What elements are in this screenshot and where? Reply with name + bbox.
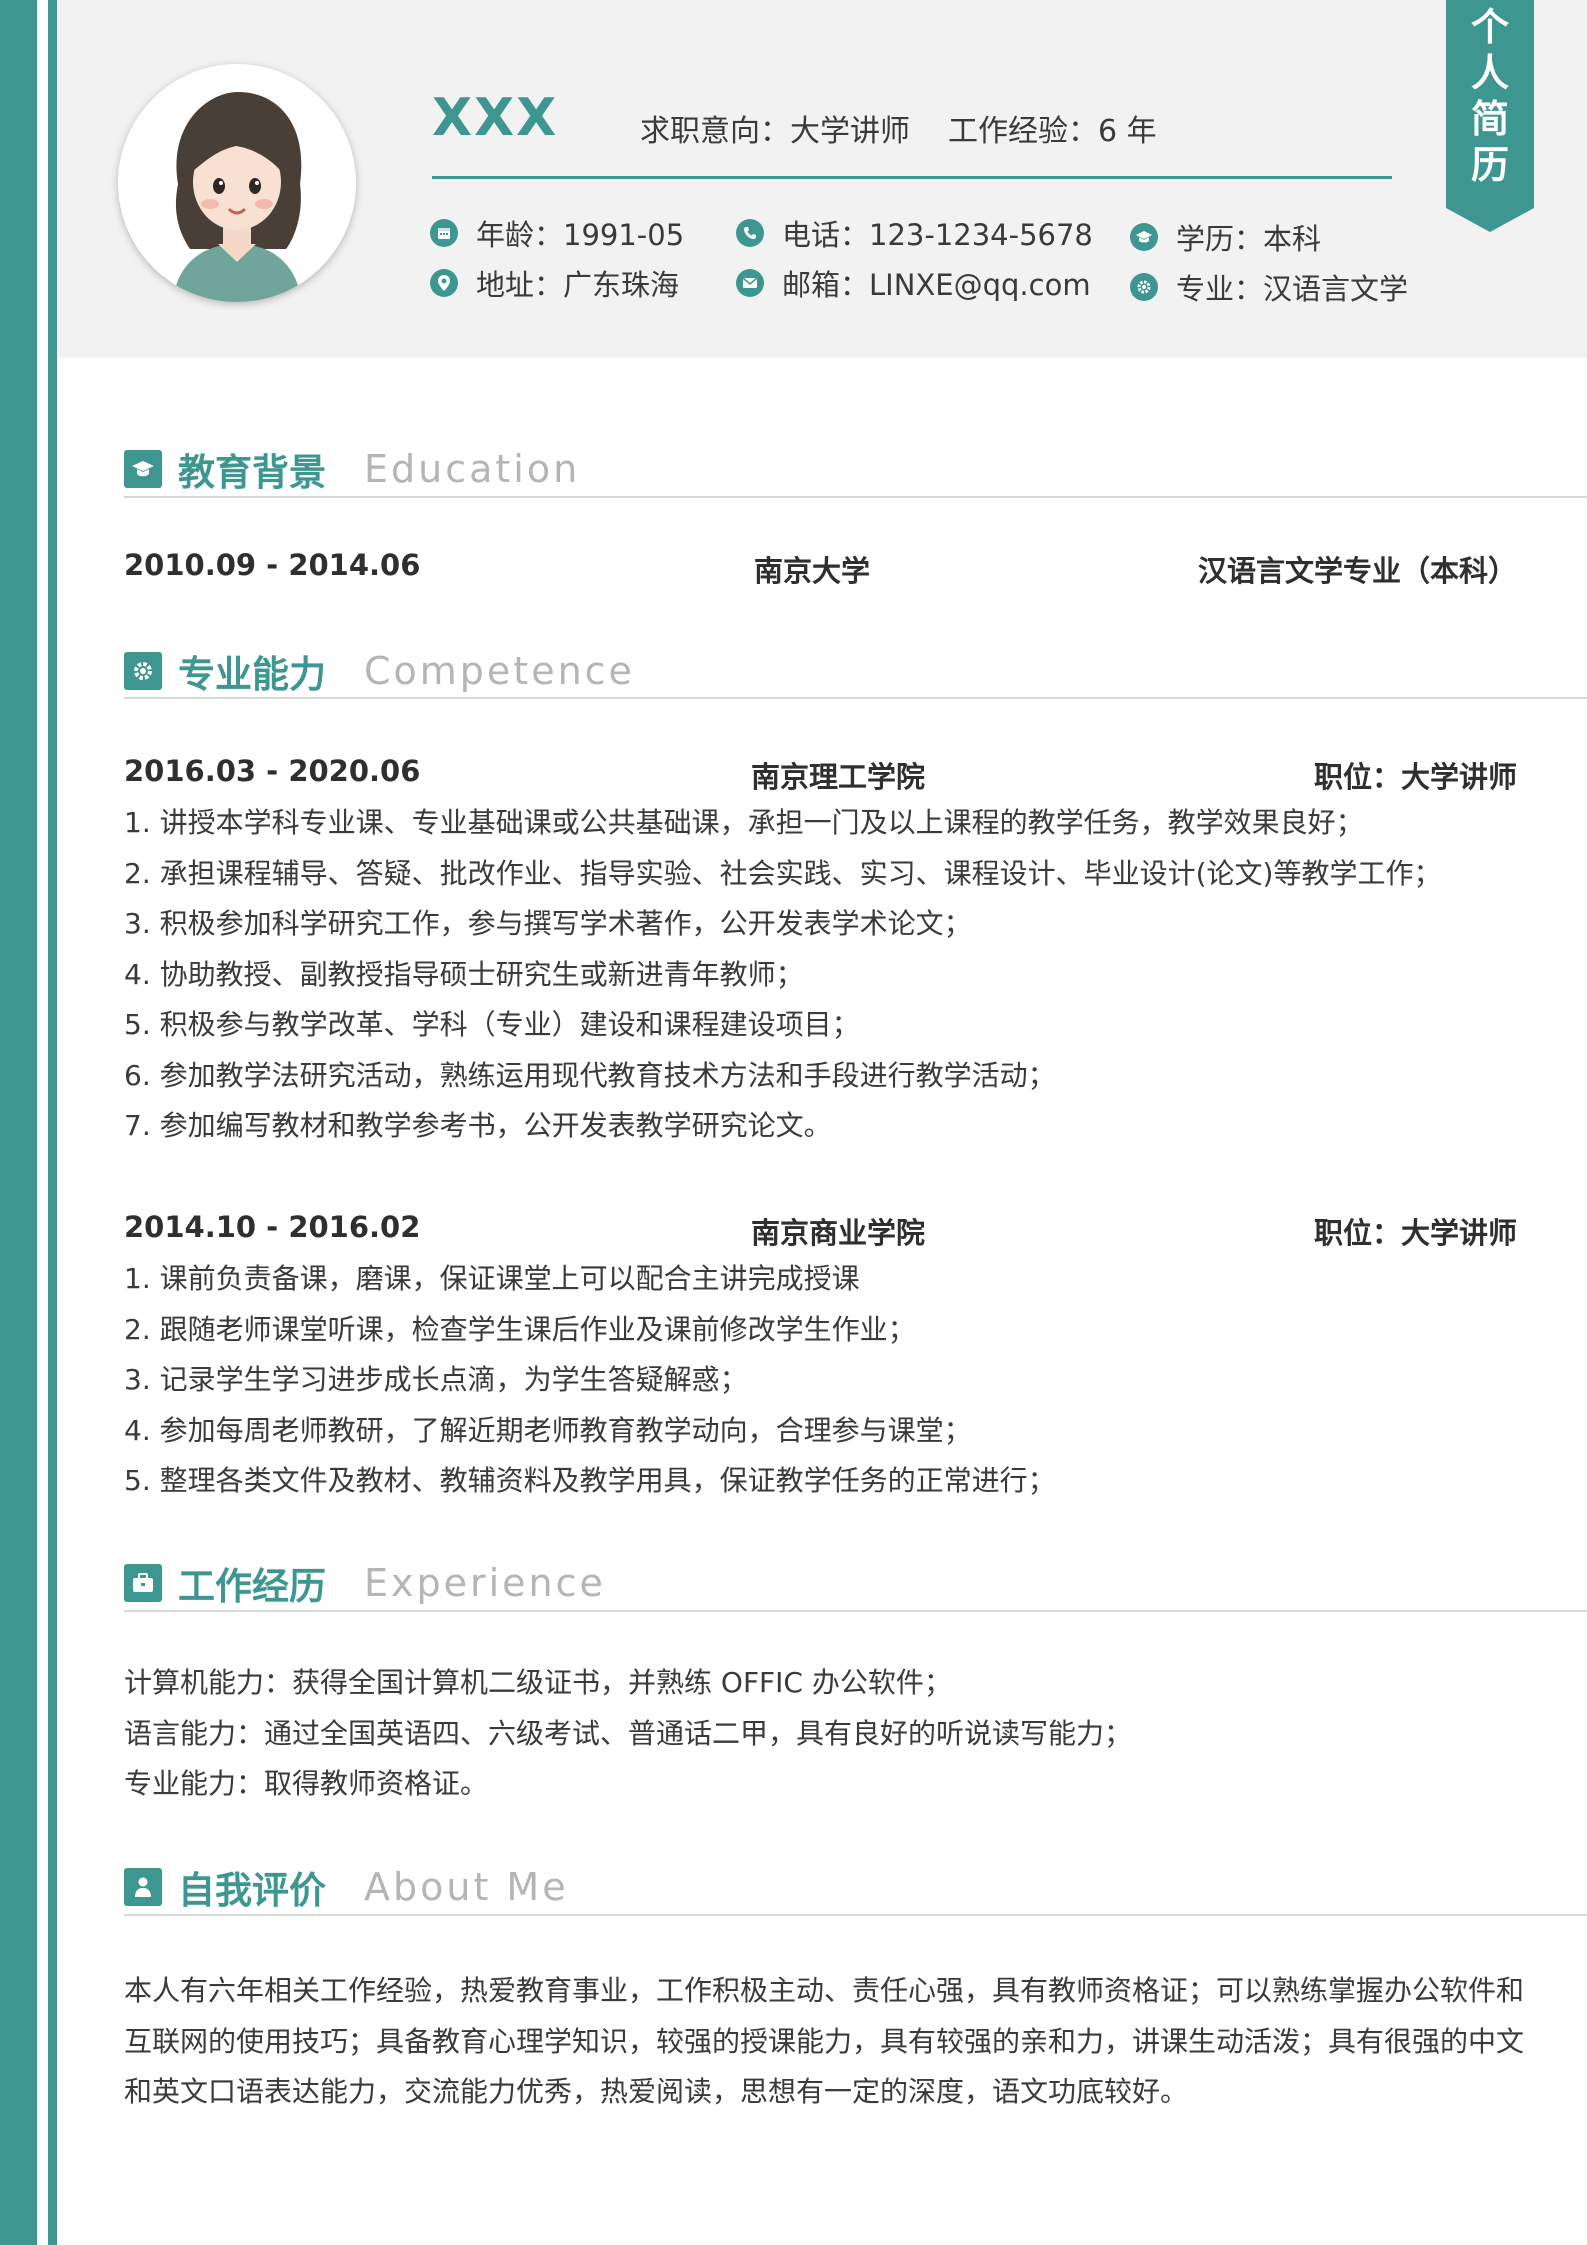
competence-title-cn: 专业能力 <box>178 653 326 696</box>
info-age-text: 年龄：1991-05 <box>476 218 685 252</box>
info-education-text: 学历：本科 <box>1176 222 1322 256</box>
graduation-cap-icon <box>124 450 162 488</box>
header-divider <box>432 176 1392 179</box>
education-major: 汉语言文学专业（本科） <box>1197 554 1517 588</box>
list-item: 1. 讲授本学科专业课、专业基础课或公共基础课，承担一门及以上课程的教学任务，教… <box>124 806 1364 839</box>
experience-lines: 计算机能力：获得全国计算机二级证书，并熟练 OFFIC 办公软件； 语言能力：通… <box>124 1658 1132 1810</box>
job-1-duties: 1. 讲授本学科专业课、专业基础课或公共基础课，承担一门及以上课程的教学任务，教… <box>124 798 1441 1152</box>
experience-title-en: Experience <box>364 1561 606 1605</box>
education-divider <box>124 496 1587 498</box>
list-item: 语言能力：通过全国英语四、六级考试、普通话二甲，具有良好的听说读写能力； <box>124 1716 1133 1750</box>
job-2-org: 南京商业学院 <box>751 1216 926 1250</box>
about-text: 本人有六年相关工作经验，热爱教育事业，工作积极主动、责任心强，具有教师资格证；可… <box>124 1974 1525 2108</box>
info-address: 地址：广东珠海 <box>430 262 679 304</box>
list-item: 4. 协助教授、副教授指导硕士研究生或新进青年教师； <box>124 957 804 991</box>
list-item: 5. 整理各类文件及教材、教辅资料及教学用具，保证教学任务的正常进行； <box>124 1464 1056 1497</box>
list-item: 计算机能力：获得全国计算机二级证书，并熟练 OFFIC 办公软件； <box>124 1666 952 1699</box>
list-item: 5. 积极参与教学改革、学科（专业）建设和课程建设项目； <box>124 1008 860 1041</box>
info-phone: 电话：123-1234-5678 <box>736 212 1093 254</box>
list-item: 2. 承担课程辅导、答疑、批改作业、指导实验、社会实践、实习、课程设计、毕业设计… <box>124 856 1442 890</box>
competence-section-title: 专业能力 Competence <box>124 644 635 698</box>
ribbon-title: 个人简历 <box>1470 5 1509 187</box>
education-period: 2010.09 - 2014.06 <box>124 548 421 582</box>
calendar-icon <box>430 219 458 247</box>
education-row: 2010.09 - 2014.06 南京大学 汉语言文学专业（本科） <box>124 548 1517 588</box>
job-1-row: 2016.03 - 2020.06 南京理工学院 职位：大学讲师 <box>124 754 1517 794</box>
job-2-duties: 1. 课前负责备课，磨课，保证课堂上可以配合主讲完成授课 2. 跟随老师课堂听课… <box>124 1254 1056 1507</box>
list-item: 4. 参加每周老师教研，了解近期老师教育教学动向，合理参与课堂； <box>124 1413 972 1447</box>
job-2-row: 2014.10 - 2016.02 南京商业学院 职位：大学讲师 <box>124 1210 1517 1250</box>
list-item: 2. 跟随老师课堂听课，检查学生课后作业及课前修改学生作业； <box>124 1312 916 1346</box>
experience-section-title: 工作经历 Experience <box>124 1556 606 1610</box>
candidate-name: XXX <box>432 88 559 148</box>
experience-title-cn: 工作经历 <box>178 1565 326 1608</box>
job-1-position: 职位：大学讲师 <box>1313 760 1517 794</box>
phone-icon <box>736 219 764 247</box>
job-1-period: 2016.03 - 2020.06 <box>124 754 421 788</box>
list-item: 6. 参加教学法研究活动，熟练运用现代教育技术方法和手段进行教学活动； <box>124 1058 1056 1092</box>
person-icon <box>124 1868 162 1906</box>
job-intent: 求职意向：大学讲师 <box>640 114 910 149</box>
list-item: 1. 课前负责备课，磨课，保证课堂上可以配合主讲完成授课 <box>124 1262 860 1295</box>
list-item: 3. 记录学生学习进步成长点滴，为学生答疑解惑； <box>124 1363 748 1396</box>
info-email-text: 邮箱：LINXE@qq.com <box>782 268 1091 302</box>
about-title-cn: 自我评价 <box>178 1869 326 1912</box>
info-address-text: 地址：广东珠海 <box>476 268 680 302</box>
avatar-illustration <box>125 71 349 302</box>
left-accent-thin-bar <box>48 0 57 2245</box>
resume-ribbon: 个人简历 <box>1446 0 1534 232</box>
info-major: 专业：汉语言文学 <box>1130 266 1408 308</box>
briefcase-icon <box>124 1564 162 1602</box>
job-2-position: 职位：大学讲师 <box>1313 1216 1517 1250</box>
info-phone-text: 电话：123-1234-5678 <box>782 218 1093 252</box>
info-email: 邮箱：LINXE@qq.com <box>736 262 1091 304</box>
gear-icon <box>1130 273 1158 301</box>
info-major-text: 专业：汉语言文学 <box>1176 272 1409 306</box>
list-item: 3. 积极参加科学研究工作，参与撰写学术著作，公开发表学术论文； <box>124 907 972 940</box>
info-age: 年龄：1991-05 <box>430 212 684 254</box>
education-title-en: Education <box>364 447 581 491</box>
left-accent-bar <box>0 0 37 2245</box>
about-section-title: 自我评价 About Me <box>124 1860 569 1914</box>
about-title-en: About Me <box>364 1865 569 1909</box>
education-school: 南京大学 <box>754 554 871 588</box>
competence-divider <box>124 697 1587 699</box>
info-education: 学历：本科 <box>1130 216 1321 258</box>
graduation-cap-icon <box>1130 223 1158 251</box>
envelope-icon <box>736 269 764 297</box>
list-item: 7. 参加编写教材和教学参考书，公开发表教学研究论文。 <box>124 1109 832 1142</box>
about-divider <box>124 1914 1587 1916</box>
education-title-cn: 教育背景 <box>178 451 326 494</box>
avatar <box>118 64 356 302</box>
job-1-org: 南京理工学院 <box>751 760 926 794</box>
work-experience-years: 工作经验：6 年 <box>948 114 1157 149</box>
job-2-period: 2014.10 - 2016.02 <box>124 1210 421 1244</box>
gear-icon <box>124 652 162 690</box>
location-pin-icon <box>430 269 458 297</box>
competence-title-en: Competence <box>364 649 635 693</box>
list-item: 专业能力：取得教师资格证。 <box>124 1767 489 1800</box>
education-section-title: 教育背景 Education <box>124 442 580 496</box>
experience-divider <box>124 1610 1587 1612</box>
